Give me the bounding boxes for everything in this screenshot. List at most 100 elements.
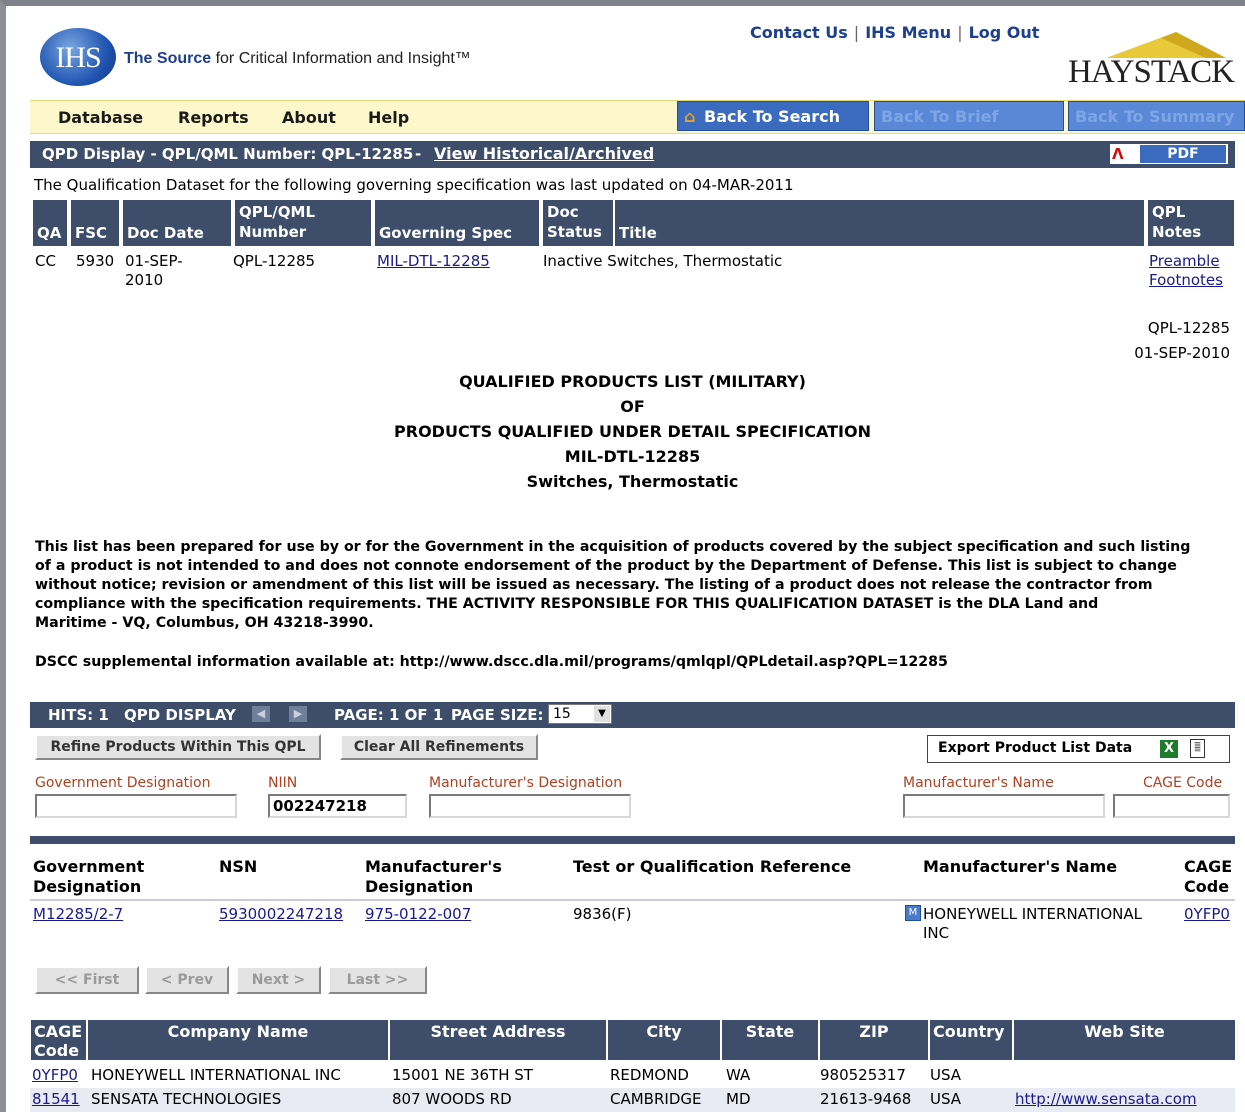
excel-icon[interactable]: X bbox=[1160, 740, 1178, 758]
col-web-site: Web Site bbox=[1014, 1020, 1235, 1060]
cage-code-link[interactable]: 0YFP0 bbox=[1184, 905, 1230, 924]
doc-disclaimer: This list has been prepared for use by o… bbox=[35, 539, 1191, 631]
display-mode: QPD DISPLAY bbox=[124, 706, 236, 724]
page-indicator: PAGE: 1 OF 1 bbox=[334, 706, 444, 724]
niin-label: NIIN bbox=[268, 775, 298, 791]
test-reference: 9836(F) bbox=[573, 905, 632, 923]
col-governing-spec: Governing Spec bbox=[375, 200, 541, 246]
company-name: HONEYWELL INTERNATIONAL INC bbox=[91, 1066, 341, 1084]
last-page-button[interactable]: Last >> bbox=[328, 966, 427, 994]
company-zip: 980525317 bbox=[820, 1066, 906, 1084]
mfr-name-input[interactable] bbox=[903, 794, 1105, 818]
export-product-list-button[interactable]: Export Product List Data X ≡ ≡ bbox=[927, 735, 1230, 763]
company-city: REDMOND bbox=[610, 1066, 689, 1084]
col-country: Country bbox=[930, 1020, 1014, 1060]
home-icon: ⌂ bbox=[684, 107, 696, 126]
gov-designation-input[interactable] bbox=[35, 794, 237, 818]
spec-fsc: 5930 bbox=[76, 252, 115, 270]
governing-spec-link[interactable]: MIL-DTL-12285 bbox=[377, 252, 490, 271]
col-state: State bbox=[722, 1020, 820, 1060]
col-company-name: Company Name bbox=[88, 1020, 390, 1060]
results-bar: HITS: 1 QPD DISPLAY ◀ ▶ PAGE: 1 OF 1 PAG… bbox=[30, 702, 1235, 728]
ref-number: QPL-12285 bbox=[1147, 319, 1230, 337]
company-website-link[interactable]: http://www.sensata.com bbox=[1015, 1090, 1197, 1109]
company-row: 81541 SENSATA TECHNOLOGIES 807 WOODS RD … bbox=[30, 1088, 1235, 1112]
cage-code-input[interactable] bbox=[1113, 794, 1230, 818]
manufacturer-info-icon[interactable]: M bbox=[905, 905, 921, 921]
refine-products-button[interactable]: Refine Products Within This QPL bbox=[35, 734, 321, 760]
updated-note: The Qualification Dataset for the follow… bbox=[34, 176, 794, 194]
spec-doc-date: 01-SEP- 2010 bbox=[125, 252, 183, 289]
back-to-search-button[interactable]: ⌂ Back To Search bbox=[677, 101, 869, 131]
col-doc-date: Doc Date bbox=[123, 200, 233, 246]
menu-reports[interactable]: Reports bbox=[178, 108, 249, 127]
doc-heading-2: OF bbox=[620, 397, 645, 416]
spec-status-title: Inactive Switches, Thermostatic bbox=[543, 252, 783, 270]
header-rule bbox=[30, 899, 1235, 901]
ref-date: 01-SEP-2010 bbox=[1134, 344, 1230, 362]
back-to-brief-button[interactable]: Back To Brief bbox=[874, 101, 1064, 131]
col-manufacturer-name: Manufacturer's Name bbox=[923, 857, 1118, 876]
company-cage-link[interactable]: 81541 bbox=[32, 1090, 80, 1109]
company-cage-link[interactable]: 0YFP0 bbox=[32, 1066, 78, 1085]
first-page-button[interactable]: << First bbox=[35, 966, 139, 994]
company-name: SENSATA TECHNOLOGIES bbox=[91, 1090, 282, 1108]
company-state: MD bbox=[726, 1090, 751, 1108]
col-company-cage: CAGE Code bbox=[31, 1020, 88, 1060]
spec-qa: CC bbox=[35, 252, 56, 270]
tagline: The Source for Critical Information and … bbox=[124, 50, 471, 67]
haystack-logo: HAYSTACK bbox=[1066, 28, 1236, 90]
mfr-name-label: Manufacturer's Name bbox=[903, 775, 1054, 791]
col-qpl-number: QPL/QML Number bbox=[235, 200, 373, 246]
footnotes-link[interactable]: Footnotes bbox=[1149, 271, 1223, 290]
prev-page-icon[interactable]: ◀ bbox=[252, 706, 270, 722]
col-government-designation: Government Designation bbox=[33, 857, 145, 896]
next-page-icon[interactable]: ▶ bbox=[289, 706, 307, 722]
top-links: Contact Us | IHS Menu | Log Out bbox=[750, 23, 1040, 42]
company-row: 0YFP0 HONEYWELL INTERNATIONAL INC 15001 … bbox=[30, 1064, 1235, 1088]
col-fsc: FSC bbox=[71, 200, 121, 246]
page-header: IHS The Source for Critical Information … bbox=[0, 0, 1245, 100]
clear-refinements-button[interactable]: Clear All Refinements bbox=[340, 734, 538, 760]
company-zip: 21613-9468 bbox=[820, 1090, 912, 1108]
cage-code-label: CAGE Code bbox=[1143, 775, 1223, 791]
company-street: 15001 NE 36TH ST bbox=[392, 1066, 533, 1084]
text-document-icon[interactable]: ≡ ≡ bbox=[1190, 739, 1205, 758]
company-street: 807 WOODS RD bbox=[392, 1090, 512, 1108]
page-size-select[interactable]: 15 ▼ bbox=[548, 704, 612, 724]
back-to-summary-button[interactable]: Back To Summary bbox=[1068, 101, 1245, 131]
col-doc-status: Doc Status bbox=[543, 200, 615, 246]
doc-heading-1: QUALIFIED PRODUCTS LIST (MILITARY) bbox=[459, 372, 806, 391]
company-state: WA bbox=[726, 1066, 751, 1084]
view-historical-link[interactable]: View Historical/Archived bbox=[434, 144, 654, 163]
col-cage-code: CAGE Code bbox=[1184, 857, 1233, 896]
prev-page-button[interactable]: < Prev bbox=[145, 966, 229, 994]
nsn-link[interactable]: 5930002247218 bbox=[219, 905, 343, 924]
dscc-info: DSCC supplemental information available … bbox=[35, 654, 948, 670]
col-qa: QA bbox=[33, 200, 69, 246]
gov-designation-link[interactable]: M12285/2-7 bbox=[33, 905, 123, 924]
doc-heading-5: Switches, Thermostatic bbox=[526, 472, 739, 491]
menu-about[interactable]: About bbox=[282, 108, 336, 127]
log-out-link[interactable]: Log Out bbox=[969, 23, 1040, 42]
qpd-title: QPD Display - QPL/QML Number: QPL-12285 bbox=[42, 145, 414, 163]
contact-us-link[interactable]: Contact Us bbox=[750, 23, 848, 42]
doc-heading-4: MIL-DTL-12285 bbox=[564, 447, 701, 466]
manufacturer-name: HONEYWELL INTERNATIONAL INC bbox=[923, 905, 1142, 942]
pdf-button[interactable]: Λ PDF bbox=[1110, 144, 1228, 164]
ihs-menu-link[interactable]: IHS Menu bbox=[865, 23, 951, 42]
col-street-address: Street Address bbox=[390, 1020, 608, 1060]
divider bbox=[30, 836, 1235, 844]
col-city: City bbox=[608, 1020, 722, 1060]
preamble-link[interactable]: Preamble bbox=[1149, 252, 1220, 271]
niin-input[interactable]: 002247218 bbox=[268, 794, 407, 818]
mfr-designation-link[interactable]: 975-0122-007 bbox=[365, 905, 471, 924]
ihs-logo[interactable]: IHS bbox=[40, 28, 116, 86]
menu-help[interactable]: Help bbox=[368, 108, 409, 127]
mfr-designation-input[interactable] bbox=[429, 794, 631, 818]
doc-heading-3: PRODUCTS QUALIFIED UNDER DETAIL SPECIFIC… bbox=[394, 422, 871, 441]
company-country: USA bbox=[930, 1090, 962, 1108]
next-page-button[interactable]: Next > bbox=[236, 966, 321, 994]
pdf-icon: Λ bbox=[1112, 145, 1124, 163]
menu-database[interactable]: Database bbox=[58, 108, 143, 127]
